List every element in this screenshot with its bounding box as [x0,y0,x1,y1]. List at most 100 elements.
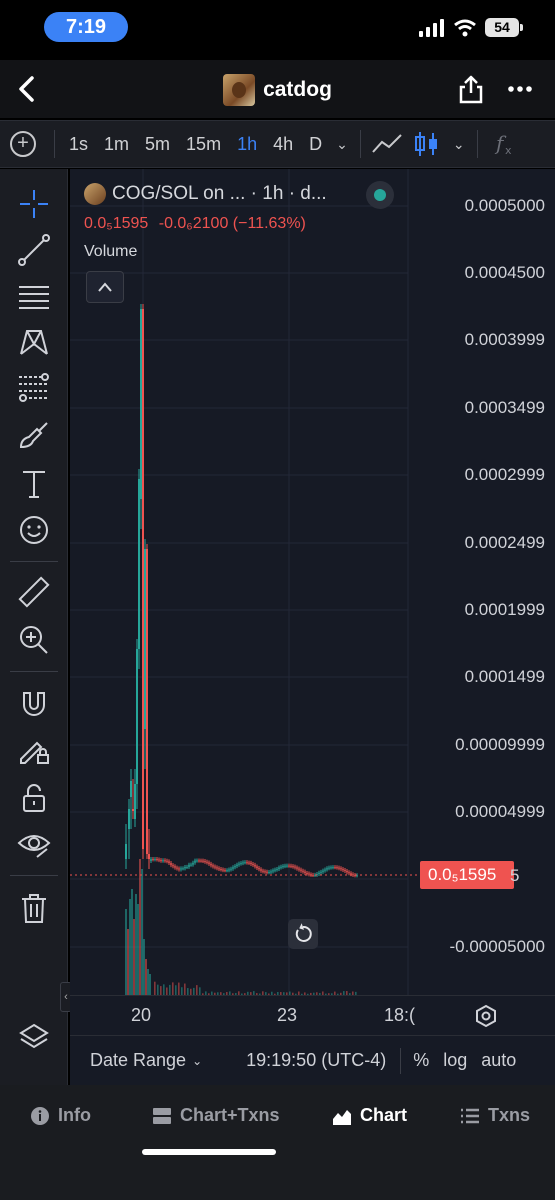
time-axis[interactable]: 20 23 18:( [70,995,555,1035]
volume-bar [193,988,195,995]
auto-scale-toggle[interactable]: auto [481,1050,516,1071]
candle-body [164,860,166,861]
candle-body [222,870,224,871]
status-icons: 54 [419,18,519,37]
hide-drawings-eye-icon[interactable] [17,827,51,861]
emoji-icon[interactable] [17,513,51,547]
signal-icon [419,19,445,37]
tab-chart[interactable]: Chart [332,1105,407,1126]
interval-4h[interactable]: 4h [265,134,301,155]
interval-15m[interactable]: 15m [178,134,229,155]
candle-body [178,868,180,869]
candlestick-icon[interactable] [411,130,443,158]
chart-bottom-bar: Date Range ⌄ 19:19:50 (UTC-4) % log auto [70,1035,555,1085]
brush-icon[interactable] [17,419,51,453]
tab-label: Chart+Txns [180,1105,280,1126]
line-chart-type-icon[interactable] [371,130,403,158]
legend-symbol-row[interactable]: COG/SOL on ... · 1h · d... [84,183,327,205]
candle-body [306,873,308,874]
tab-chart-txns[interactable]: Chart+Txns [152,1105,280,1126]
volume-bar [166,987,168,995]
candle-body [268,872,270,873]
interval-1s[interactable]: 1s [61,134,96,155]
chart-settings-icon[interactable] [474,1004,498,1028]
candle-body [250,863,252,864]
ruler-icon[interactable] [17,575,51,609]
chart-type-dropdown-chevron-icon[interactable]: ⌄ [447,136,471,153]
volume-bar [125,909,127,995]
candle-body [204,861,206,862]
add-indicator-icon[interactable]: + [10,131,36,157]
candle-body [256,867,258,869]
candle-body [352,874,354,875]
status-time: 7:19 [44,12,128,42]
candle-body [246,862,248,863]
log-scale-toggle[interactable]: log [443,1050,467,1071]
interval-dropdown-chevron-icon[interactable]: ⌄ [330,136,354,153]
tab-txns[interactable]: Txns [460,1105,530,1126]
candle-body [125,844,127,859]
layers-icon[interactable] [17,1021,51,1055]
candle-body [200,861,202,862]
candle-body [228,869,230,870]
percent-scale-toggle[interactable]: % [413,1050,429,1071]
text-tool-icon[interactable] [17,467,51,501]
candle-body [324,870,326,871]
price-axis-label: 0.0002499 [465,533,545,553]
candle-body [276,869,278,870]
candle-body [312,875,314,876]
tab-info[interactable]: Info [30,1105,91,1126]
indicators-fx-icon[interactable]: f x [488,130,520,158]
home-indicator [142,1149,276,1155]
collapse-legend-button[interactable] [86,271,124,303]
candle-body [342,869,344,870]
share-icon[interactable] [457,74,485,104]
price-chart[interactable]: COG/SOL on ... · 1h · d... 0.0₅1595 -0.0… [70,169,555,1085]
tools-divider [10,561,58,562]
candle-body [152,859,154,860]
zoom-in-icon[interactable] [17,623,51,657]
pattern-icon[interactable] [17,325,51,359]
volume-bar [184,984,186,995]
price-axis-label: 0.0003499 [465,398,545,418]
clock-timezone[interactable]: 19:19:50 (UTC-4) [246,1050,386,1071]
battery-icon: 54 [485,18,519,37]
candle-body [266,872,268,873]
candle-body [332,867,334,868]
reset-chart-button[interactable] [288,919,318,949]
candle-body [218,868,220,869]
candle-body [270,871,272,872]
candle-body [252,864,254,865]
candle-body [234,866,236,867]
interval-1m[interactable]: 1m [96,134,137,155]
candle-body [322,871,324,872]
interval-5m[interactable]: 5m [137,134,178,155]
trend-line-icon[interactable] [17,233,51,267]
crosshair-icon[interactable] [17,187,51,221]
tools-divider [10,875,58,876]
drawing-tools-panel [0,169,68,1085]
unlock-icon[interactable] [17,781,51,815]
volume-bar [145,959,147,995]
more-options-icon[interactable] [507,74,533,104]
lock-drawing-pencil-icon[interactable] [17,733,51,767]
tab-label: Info [58,1105,91,1126]
candle-body [184,867,186,868]
horizontal-lines-icon[interactable] [17,279,51,313]
candle-body [338,868,340,869]
interval-1h[interactable]: 1h [229,134,265,155]
chart-icon [332,1106,352,1126]
magnet-icon[interactable] [17,687,51,721]
candle-body [134,784,136,819]
volume-bar [127,929,129,995]
date-range-button[interactable]: Date Range [90,1050,186,1071]
candle-body [138,479,140,649]
trash-icon[interactable] [17,891,51,925]
fib-retracement-icon[interactable] [17,371,51,405]
candle-body [142,309,144,849]
interval-d[interactable]: D [301,134,330,155]
candle-body [176,868,178,869]
date-range-chevron-icon[interactable]: ⌄ [192,1054,202,1068]
candle-body [214,867,216,868]
price-axis-label: 0.00004999 [455,802,545,822]
